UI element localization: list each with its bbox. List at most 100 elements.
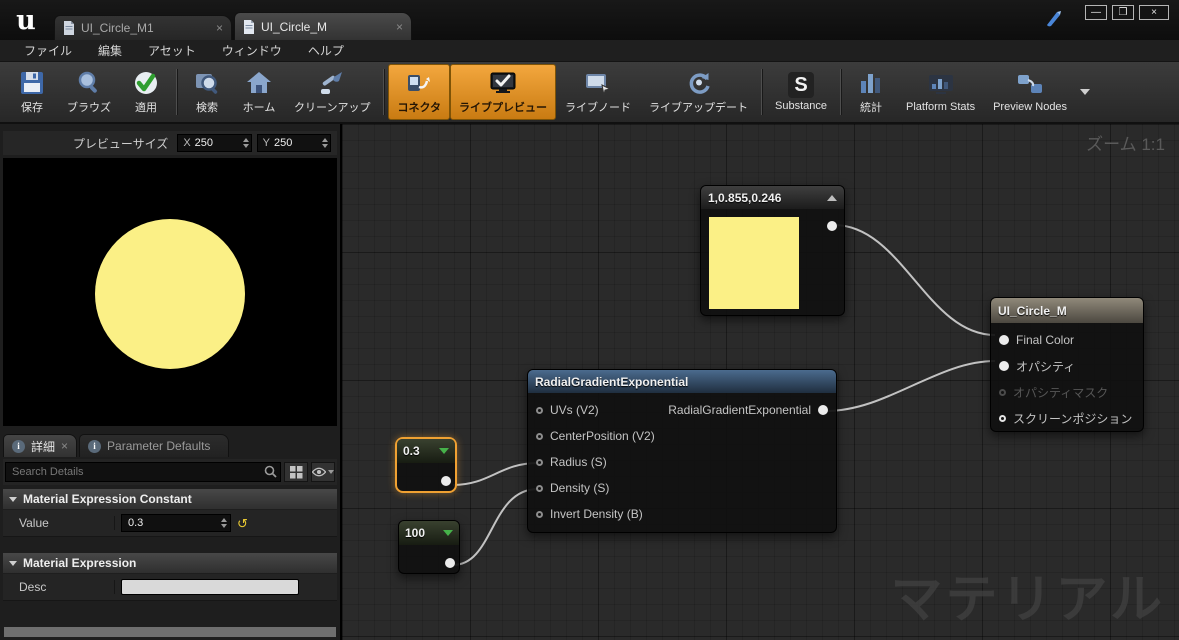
preview-size-x-stepper[interactable]: X 250 — [177, 134, 252, 152]
substance-button[interactable]: S Substance — [766, 64, 836, 120]
output-pin[interactable] — [441, 476, 451, 486]
preview-and-details-panel: プレビューサイズ X 250 Y 250 i 詳細 × i Parameter … — [0, 124, 342, 640]
collapse-icon[interactable] — [827, 194, 837, 201]
panel-resize-grip[interactable] — [4, 627, 336, 637]
eye-icon — [312, 467, 326, 477]
input-pin[interactable] — [999, 414, 1006, 422]
save-button[interactable]: 保存 — [6, 64, 58, 120]
node-material-result[interactable]: UI_Circle_M Final Color オパシティ オパシティマスク ス… — [990, 297, 1144, 432]
dropdown-caret-icon[interactable] — [443, 530, 453, 536]
output-pin[interactable] — [827, 221, 837, 231]
grid-icon — [289, 465, 302, 478]
input-pin[interactable] — [999, 335, 1009, 345]
asset-tab-ui-circle-m1[interactable]: UI_Circle_M1 × — [54, 15, 232, 40]
input-pin[interactable] — [999, 361, 1009, 371]
tab-close-icon[interactable]: × — [396, 21, 403, 33]
details-search-row — [3, 459, 337, 485]
home-button[interactable]: ホーム — [233, 64, 285, 120]
node-header[interactable]: 1,0.855,0.246 — [701, 186, 844, 209]
search-button[interactable]: 検索 — [181, 64, 233, 120]
live-update-icon — [684, 69, 714, 97]
preview-nodes-dropdown-icon[interactable] — [1080, 89, 1091, 95]
graph-watermark: マテリアル — [890, 571, 1165, 629]
pin-label: Final Color — [1016, 333, 1075, 347]
preview-size-label: プレビューサイズ — [72, 136, 169, 151]
connector-toggle-button[interactable]: コネクタ — [388, 64, 451, 120]
stepper-arrows-icon[interactable] — [221, 518, 227, 528]
input-pin — [999, 388, 1006, 396]
input-row-density: Density (S) — [528, 475, 836, 501]
node-header[interactable]: 0.3 — [397, 439, 455, 463]
preview-size-y-stepper[interactable]: Y 250 — [256, 134, 331, 152]
section-material-expression[interactable]: Material Expression — [3, 553, 337, 573]
cleanup-button[interactable]: クリーンアップ — [285, 64, 379, 120]
tab-parameter-defaults[interactable]: i Parameter Defaults — [79, 434, 230, 457]
section-title: Material Expression Constant — [23, 492, 192, 506]
search-box — [5, 462, 281, 482]
menu-item-file[interactable]: ファイル — [12, 40, 84, 61]
brush-icon[interactable] — [1044, 8, 1064, 28]
output-pin[interactable] — [818, 405, 828, 415]
stepper-arrows-icon[interactable] — [242, 138, 249, 148]
y-value[interactable]: 250 — [274, 137, 318, 149]
browse-button[interactable]: ブラウズ — [58, 64, 120, 120]
node-header[interactable]: UI_Circle_M — [991, 298, 1143, 323]
desc-input[interactable] — [121, 579, 299, 595]
material-graph-canvas[interactable]: ズーム 1:1 1,0.855,0.246 RadialGradientExpo… — [342, 124, 1179, 640]
preview-nodes-button[interactable]: Preview Nodes — [984, 64, 1076, 120]
section-material-expression-constant[interactable]: Material Expression Constant — [3, 489, 337, 509]
node-header[interactable]: RadialGradientExponential — [528, 370, 836, 393]
tab-close-icon[interactable]: × — [61, 440, 68, 452]
live-preview-toggle-button[interactable]: ライブプレビュー — [450, 64, 557, 120]
asset-tab-ui-circle-m[interactable]: UI_Circle_M × — [234, 12, 412, 40]
node-radial-gradient-exponential[interactable]: RadialGradientExponential RadialGradient… — [527, 369, 837, 533]
visibility-filter-button[interactable] — [311, 462, 335, 482]
input-pin[interactable] — [536, 432, 543, 440]
menu-item-edit[interactable]: 編集 — [86, 40, 134, 61]
title-bar: u UI_Circle_M1 × UI_Circle_M × — ❒ × — [0, 0, 1179, 40]
y-axis-label: Y — [262, 137, 270, 149]
preview-size-row: プレビューサイズ X 250 Y 250 — [3, 131, 337, 155]
toolbar-separator — [761, 69, 763, 115]
menu-item-asset[interactable]: アセット — [136, 40, 208, 61]
collapse-icon — [9, 560, 17, 566]
unreal-logo-icon: u — [16, 4, 36, 36]
maximize-button[interactable]: ❒ — [1112, 5, 1134, 20]
stats-button[interactable]: 統計 — [845, 64, 897, 120]
x-value[interactable]: 250 — [195, 137, 239, 149]
output-pin[interactable] — [445, 558, 455, 568]
platform-stats-button[interactable]: Platform Stats — [897, 64, 984, 120]
input-pin[interactable] — [536, 510, 543, 518]
property-matrix-button[interactable] — [284, 462, 308, 482]
node-constant-density[interactable]: 100 — [398, 520, 460, 574]
close-button[interactable]: × — [1139, 5, 1169, 20]
live-update-button[interactable]: ライブアップデート — [640, 64, 757, 120]
input-pin[interactable] — [536, 458, 543, 466]
collapse-icon — [9, 496, 17, 502]
value-spinbox[interactable]: 0.3 — [121, 514, 231, 532]
node-constant-radius[interactable]: 0.3 — [395, 437, 457, 493]
dropdown-caret-icon[interactable] — [439, 448, 449, 454]
tab-close-icon[interactable]: × — [216, 22, 223, 34]
live-nodes-icon — [583, 69, 613, 97]
input-pin[interactable] — [536, 484, 543, 492]
menu-item-help[interactable]: ヘルプ — [296, 40, 356, 61]
tab-details[interactable]: i 詳細 × — [3, 434, 78, 457]
value-text[interactable]: 0.3 — [128, 517, 143, 529]
material-editor-window: u UI_Circle_M1 × UI_Circle_M × — ❒ × ファイ… — [0, 0, 1179, 640]
substance-icon: S — [788, 72, 814, 98]
material-preview-viewport[interactable] — [3, 158, 337, 426]
search-details-input[interactable] — [5, 462, 281, 482]
menu-item-window[interactable]: ウィンドウ — [210, 40, 294, 61]
pin-label: オパシティ — [1016, 359, 1076, 374]
property-value-cell — [115, 579, 299, 595]
editor-content: プレビューサイズ X 250 Y 250 i 詳細 × i Parameter … — [0, 124, 1179, 640]
node-header[interactable]: 100 — [399, 521, 459, 545]
stepper-arrows-icon[interactable] — [322, 138, 328, 148]
live-nodes-button[interactable]: ライブノード — [556, 64, 640, 120]
pin-label: Radius (S) — [550, 455, 607, 469]
apply-button[interactable]: 適用 — [120, 64, 172, 120]
reset-to-default-icon[interactable]: ↺ — [237, 517, 248, 530]
node-color-constant[interactable]: 1,0.855,0.246 — [700, 185, 845, 316]
minimize-button[interactable]: — — [1085, 5, 1107, 20]
